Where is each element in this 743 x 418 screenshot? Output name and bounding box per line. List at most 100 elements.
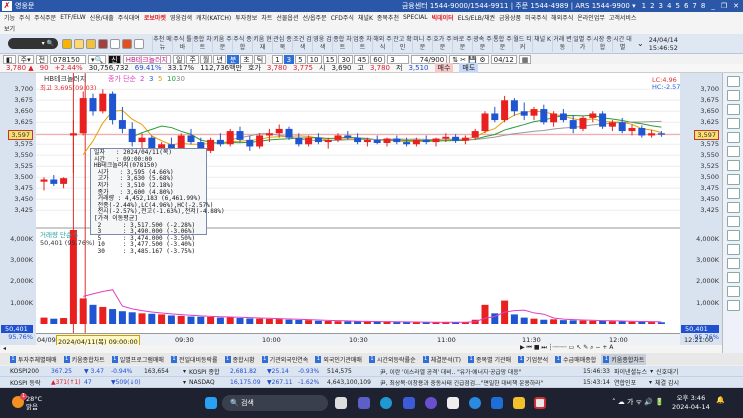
notification-bell-icon[interactable]: 🔔 — [716, 396, 725, 404]
volume-bar[interactable] — [599, 321, 607, 324]
candle[interactable] — [69, 133, 77, 136]
toolbar-button[interactable]: 광속 주문 — [472, 35, 492, 52]
volume-bar[interactable] — [579, 320, 587, 324]
date-input[interactable]: 04/12 — [490, 54, 517, 64]
menu-item[interactable]: 선물옵션 — [276, 13, 298, 22]
chart-tool-icon[interactable] — [726, 160, 740, 171]
toolbar-button[interactable]: 시간 대별 — [612, 35, 632, 52]
close-button[interactable]: ✕ — [733, 2, 739, 10]
chart-tool-icon[interactable] — [726, 104, 740, 115]
candle[interactable] — [89, 98, 97, 112]
task-view-icon[interactable] — [335, 397, 347, 409]
volume-bar[interactable] — [344, 321, 352, 324]
chart-tool-icon[interactable] — [726, 258, 740, 269]
volume-bar[interactable] — [540, 319, 548, 324]
chart-tool-icon[interactable] — [726, 216, 740, 227]
clock[interactable]: 오후 3:46 2024-04-14 — [672, 394, 710, 412]
screen-7[interactable]: 7 — [692, 2, 696, 10]
candle[interactable] — [226, 131, 234, 145]
candle[interactable] — [393, 138, 401, 143]
volume-bar[interactable] — [50, 318, 58, 324]
toolbar-button[interactable]: 해외 주식 — [372, 35, 392, 52]
dropdown-icon[interactable]: ▾ — [650, 368, 653, 375]
screen-icon[interactable] — [98, 38, 108, 49]
screen-8[interactable]: 8 — [701, 2, 705, 10]
volume-bar[interactable] — [246, 318, 254, 324]
menu-item[interactable]: ETF/ELW — [60, 14, 85, 21]
volume-bar[interactable] — [324, 321, 332, 324]
menu-item[interactable]: 캐치(KATCH) — [196, 13, 231, 22]
screen-tab[interactable]: 1 일별프로그램매매 — [110, 354, 166, 365]
interval-button[interactable]: 60 — [370, 54, 386, 64]
candle[interactable] — [501, 100, 509, 121]
taskbar-search[interactable]: 🔍 검색 — [222, 395, 328, 411]
chart-tool-icon[interactable] — [726, 146, 740, 157]
ime-indicator[interactable]: 가 — [627, 398, 633, 406]
menu-item[interactable]: 금융상품 — [499, 13, 521, 22]
brush-icon[interactable] — [74, 38, 84, 49]
volume-bar[interactable] — [559, 320, 567, 324]
toolbar-button[interactable]: 호가 주문 — [432, 35, 452, 52]
screen-5[interactable]: 5 — [675, 2, 679, 10]
screen-tab[interactable]: 1 기업분석 — [516, 354, 550, 365]
volume-bar[interactable] — [60, 318, 68, 324]
buy-button[interactable]: 매수 — [434, 63, 454, 73]
volume-bar[interactable] — [226, 317, 234, 324]
toolbar-button[interactable]: 거래 변동 — [552, 35, 572, 52]
volume-bar[interactable] — [363, 321, 371, 324]
volume-bar[interactable] — [383, 321, 391, 324]
period-button[interactable]: 일 — [173, 54, 186, 64]
toolbar-button[interactable]: 월드 티커 — [512, 35, 532, 52]
index-news[interactable]: 尹, 이란 '이스라엘 공격' 대비.. "유가·에너지·공급망 대응" — [380, 367, 580, 376]
maximize-button[interactable]: ❐ — [721, 2, 727, 10]
volume-bar[interactable] — [638, 321, 646, 324]
candle[interactable] — [481, 113, 489, 132]
volume-bar[interactable] — [216, 317, 224, 324]
candle[interactable] — [363, 139, 371, 143]
toolbar-button[interactable]: 통합 주문 — [492, 35, 512, 52]
toolbar-button[interactable]: 종합 차트 — [192, 35, 212, 52]
prev-button[interactable]: 전 — [35, 54, 49, 64]
chart-layout-button[interactable]: ◧ — [3, 54, 16, 64]
menu-item[interactable]: 기능 — [4, 13, 15, 22]
chart-tool-icon[interactable] — [726, 76, 740, 87]
screen-2[interactable]: 2 — [650, 2, 654, 10]
candle[interactable] — [422, 139, 430, 143]
volume-bar[interactable] — [275, 319, 283, 324]
edge-icon[interactable] — [380, 397, 392, 409]
volume-bar[interactable] — [648, 322, 656, 324]
screen-6[interactable]: 6 — [684, 2, 688, 10]
candle[interactable] — [138, 137, 146, 143]
toolbar-button[interactable]: 관심 종목 — [272, 35, 292, 52]
screen-tab[interactable]: 1 종목별 기관매 — [466, 354, 513, 365]
candle[interactable] — [657, 133, 665, 135]
menu-item[interactable]: 로보마켓 — [144, 13, 166, 22]
minimize-button[interactable]: _ — [711, 2, 715, 10]
dropdown-icon[interactable]: ▾ — [183, 368, 186, 375]
menu-item[interactable]: 온라인업무 — [577, 13, 605, 22]
toolbar-expand-icon[interactable]: ⌄ — [637, 39, 644, 48]
toolbar-button[interactable]: 일별 주가 — [572, 35, 592, 52]
screen-tab[interactable]: 1 키움종합차트 — [601, 353, 647, 365]
chart-tool-icon[interactable] — [726, 90, 740, 101]
chart-tool-icon[interactable] — [726, 174, 740, 185]
volume-bar[interactable] — [618, 321, 626, 324]
playback-controls[interactable]: ▶ ⏮ ■ ⏭ ┆┄┄┄┄ ▭ ↖ ✎ ⌕ − + A — [520, 344, 613, 352]
volume-bar[interactable] — [314, 320, 322, 324]
toolbar-button[interactable]: 잔고 확인 — [392, 35, 412, 52]
candle[interactable] — [275, 128, 283, 134]
candle[interactable] — [60, 178, 68, 184]
candle[interactable] — [305, 137, 313, 145]
volume-bar[interactable] — [197, 316, 205, 324]
search-icon[interactable]: ▾🔍 — [88, 54, 107, 64]
gear-icon[interactable] — [134, 38, 144, 49]
toolbar-button[interactable]: 업종 차트 — [352, 35, 372, 52]
volume-bar[interactable] — [530, 318, 538, 324]
screen-1[interactable]: 1 — [642, 2, 646, 10]
volume-bar[interactable] — [285, 319, 293, 324]
calendar-icon[interactable]: ▦ — [518, 54, 532, 64]
volume-bar[interactable] — [569, 320, 577, 324]
candle[interactable] — [373, 139, 381, 143]
candle[interactable] — [109, 93, 117, 121]
menu-item[interactable]: 선/옵주문 — [302, 13, 326, 22]
